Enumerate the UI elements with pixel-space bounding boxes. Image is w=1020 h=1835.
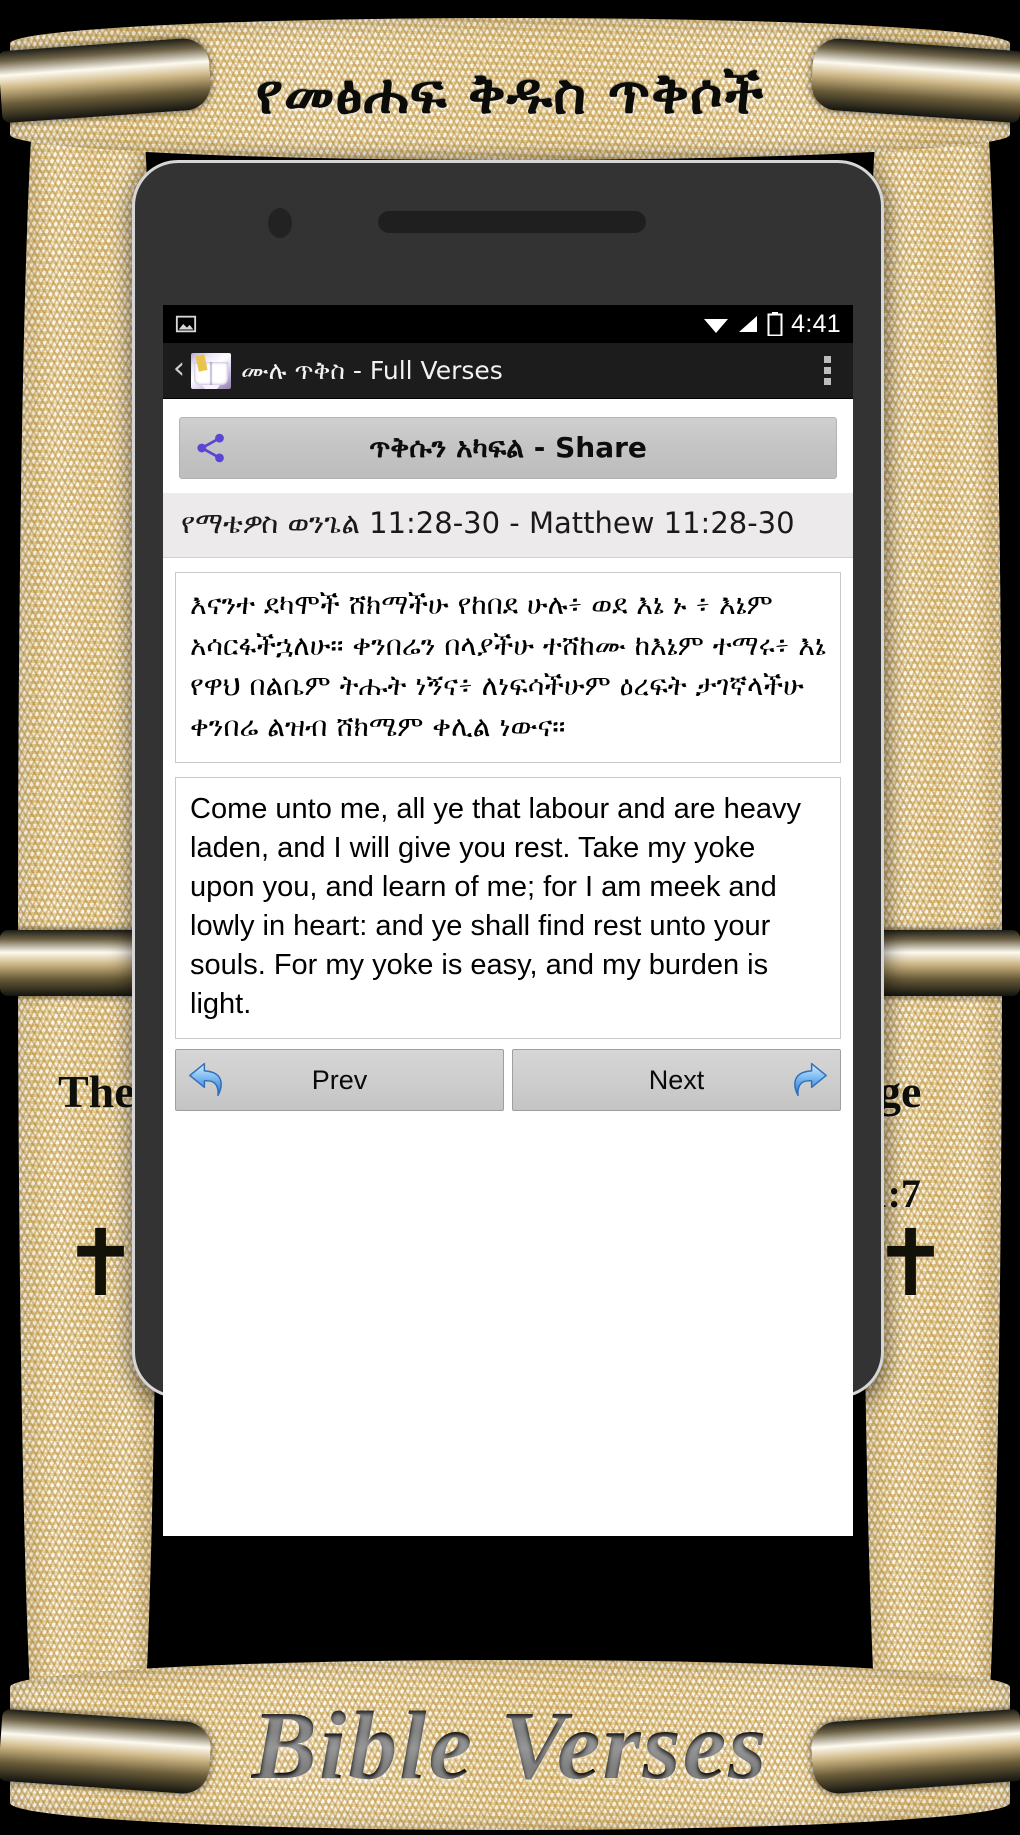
app-action-bar: ‹ ሙሉ ጥቅስ - Full Verses — [163, 343, 853, 399]
verse-card-english: Come unto me, all ye that labour and are… — [175, 776, 841, 1040]
battery-charging-icon — [767, 312, 783, 336]
verse-reference-block: የማቴዎስ ወንጌል 11:28-30 - Matthew 11:28-30 — [163, 493, 853, 559]
share-button[interactable]: ጥቅሱን አካፍል - Share — [179, 417, 837, 479]
verse-screen-content: ጥቅሱን አካፍል - Share የማቴዎስ ወንጌል 11:28-30 - … — [163, 417, 853, 1372]
image-icon — [175, 315, 197, 333]
verse-text-english: Come unto me, all ye that labour and are… — [190, 792, 801, 1021]
next-button-label: Next — [648, 1064, 705, 1095]
share-icon — [197, 433, 224, 463]
promo-top-title: የመፅሐፍ ቅዱስ ጥቅሶች — [255, 62, 765, 127]
android-status-bar: 4:41 — [163, 305, 853, 343]
app-title: ሙሉ ጥቅስ - Full Verses — [241, 355, 503, 385]
share-button-label: ጥቅሱን አካፍል - Share — [369, 431, 647, 464]
next-button[interactable]: Next — [512, 1049, 841, 1112]
prev-button-label: Prev — [311, 1064, 368, 1095]
open-book-icon — [191, 352, 231, 389]
status-bar-notifications — [175, 313, 197, 335]
promo-graphic: የመፅሐፍ ቅዱስ ጥቅሶች The f edge s 1:7 ✝ ✝ Bibl… — [0, 0, 1020, 1835]
navigation-row: Prev Next — [175, 1049, 841, 1112]
front-camera-icon — [268, 208, 292, 238]
prev-button[interactable]: Prev — [175, 1049, 504, 1112]
content-empty-area — [163, 1111, 853, 1372]
status-bar-clock: 4:41 — [791, 309, 841, 338]
cross-icon-left: ✝ — [62, 1213, 140, 1315]
promo-bottom-title: Bible Verses — [0, 1690, 1020, 1802]
verse-text-amharic: እናንተ ደካሞች ሸክማችሁ የከበደ ሁሉ፥ ወደ እኔ ኑ ፥ እኔም አ… — [190, 588, 826, 744]
signal-icon — [739, 316, 758, 332]
overflow-menu-icon[interactable] — [812, 350, 843, 391]
wifi-icon — [704, 319, 729, 333]
earpiece-speaker — [378, 211, 646, 233]
back-chevron-icon[interactable]: ‹ — [169, 353, 189, 388]
device-screen: 4:41 ‹ ሙሉ ጥቅስ - Full Verses ጥቅሱን አካፍል - … — [163, 305, 853, 1536]
status-bar-indicators: 4:41 — [703, 310, 841, 339]
verse-reference: የማቴዎስ ወንጌል 11:28-30 - Matthew 11:28-30 — [181, 506, 795, 540]
verse-card-amharic: እናንተ ደካሞች ሸክማችሁ የከበደ ሁሉ፥ ወደ እኔ ኑ ፥ እኔም አ… — [175, 572, 841, 763]
